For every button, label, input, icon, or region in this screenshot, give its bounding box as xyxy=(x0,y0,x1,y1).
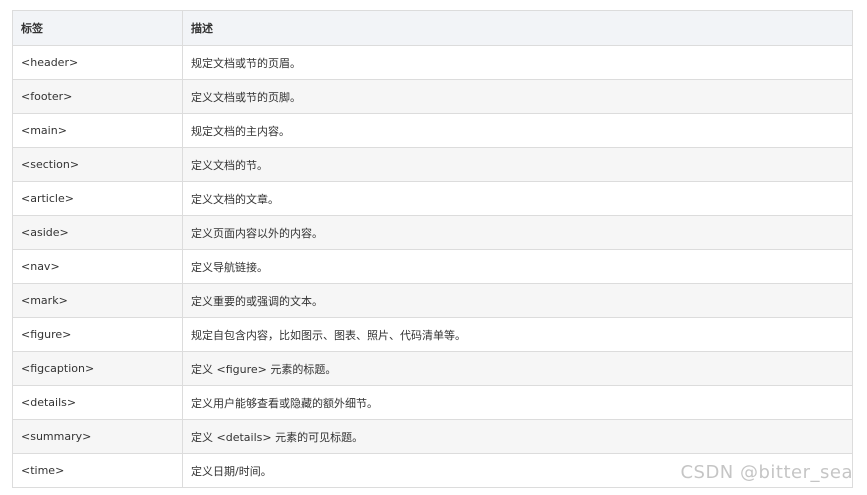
tag-cell: <figcaption> xyxy=(12,351,183,386)
table-header-row: 标签 描述 xyxy=(12,10,853,46)
tag-cell: <section> xyxy=(12,147,183,182)
html5-tags-table-container: 标签 描述 <header> 规定文档或节的页眉。 <footer> 定义文档或… xyxy=(12,10,853,488)
tag-cell: <mark> xyxy=(12,283,183,318)
description-cell: 规定文档或节的页眉。 xyxy=(182,45,853,80)
tag-cell: <details> xyxy=(12,385,183,420)
table-row: <nav> 定义导航链接。 xyxy=(12,249,853,284)
table-row: <figcaption> 定义 <figure> 元素的标题。 xyxy=(12,351,853,386)
description-cell: 定义页面内容以外的内容。 xyxy=(182,215,853,250)
description-cell: 定义文档的文章。 xyxy=(182,181,853,216)
description-cell: 定义重要的或强调的文本。 xyxy=(182,283,853,318)
tag-cell: <main> xyxy=(12,113,183,148)
tag-cell: <time> xyxy=(12,453,183,488)
tag-cell: <aside> xyxy=(12,215,183,250)
table-row: <summary> 定义 <details> 元素的可见标题。 xyxy=(12,419,853,454)
table-row: <header> 规定文档或节的页眉。 xyxy=(12,45,853,80)
csdn-watermark: CSDN @bitter_sea xyxy=(680,462,853,483)
html5-tags-table: 标签 描述 <header> 规定文档或节的页眉。 <footer> 定义文档或… xyxy=(12,10,853,488)
table-row: <article> 定义文档的文章。 xyxy=(12,181,853,216)
table-row: <mark> 定义重要的或强调的文本。 xyxy=(12,283,853,318)
description-cell: 定义用户能够查看或隐藏的额外细节。 xyxy=(182,385,853,420)
tag-cell: <article> xyxy=(12,181,183,216)
description-cell: 定义 <figure> 元素的标题。 xyxy=(182,351,853,386)
table-row: <details> 定义用户能够查看或隐藏的额外细节。 xyxy=(12,385,853,420)
tag-cell: <header> xyxy=(12,45,183,80)
tag-cell: <footer> xyxy=(12,79,183,114)
table-row: <footer> 定义文档或节的页脚。 xyxy=(12,79,853,114)
description-cell: 规定自包含内容，比如图示、图表、照片、代码清单等。 xyxy=(182,317,853,352)
description-cell: 定义文档或节的页脚。 xyxy=(182,79,853,114)
description-cell: 定义 <details> 元素的可见标题。 xyxy=(182,419,853,454)
description-cell: 定义文档的节。 xyxy=(182,147,853,182)
tag-cell: <nav> xyxy=(12,249,183,284)
description-cell: 定义导航链接。 xyxy=(182,249,853,284)
table-row: <figure> 规定自包含内容，比如图示、图表、照片、代码清单等。 xyxy=(12,317,853,352)
description-cell: 规定文档的主内容。 xyxy=(182,113,853,148)
table-row: <aside> 定义页面内容以外的内容。 xyxy=(12,215,853,250)
table-row: <section> 定义文档的节。 xyxy=(12,147,853,182)
tag-cell: <summary> xyxy=(12,419,183,454)
header-tag: 标签 xyxy=(12,10,183,46)
tag-cell: <figure> xyxy=(12,317,183,352)
table-row: <main> 规定文档的主内容。 xyxy=(12,113,853,148)
header-description: 描述 xyxy=(182,10,853,46)
